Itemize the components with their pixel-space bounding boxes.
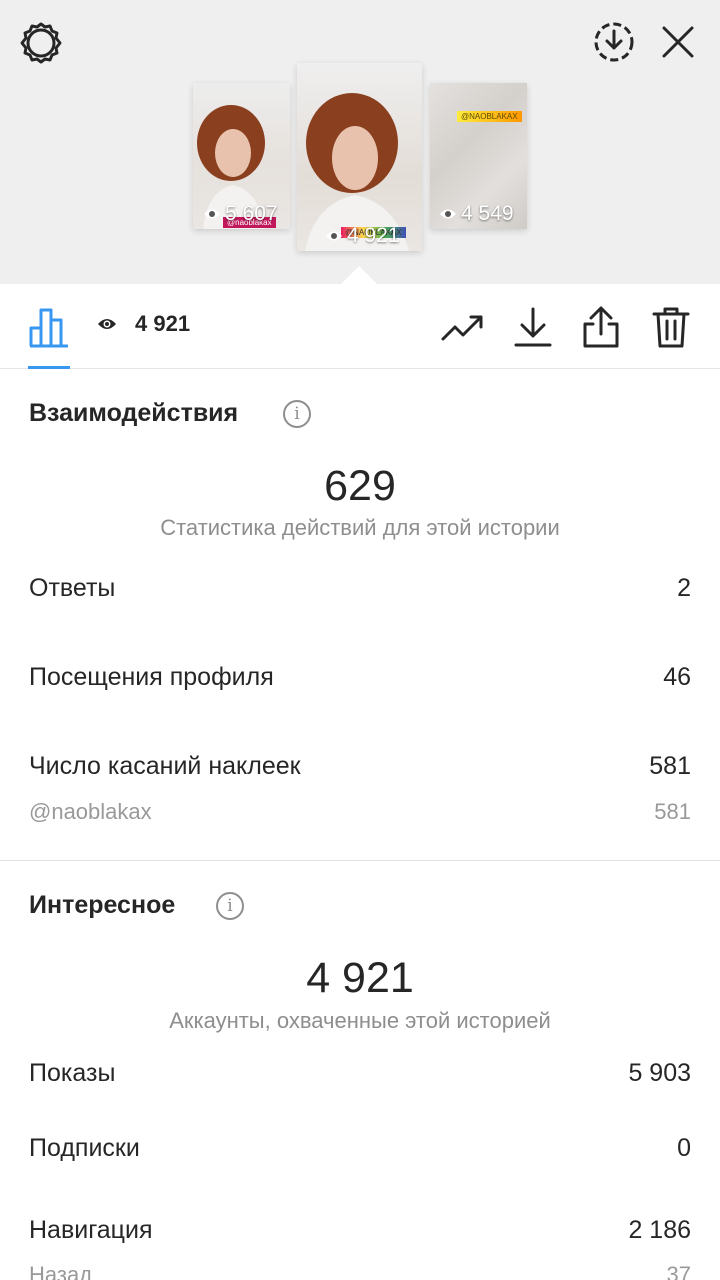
- story-thumbnail-2-selected[interactable]: @NAOBLAKAX 4 921: [297, 63, 422, 251]
- info-icon[interactable]: i: [283, 400, 311, 428]
- sticker-taps-value: 581: [649, 752, 691, 780]
- story-photo: [305, 93, 409, 251]
- thumbnail-views-count: 4 921: [347, 224, 400, 247]
- thumbnail-views: 4 921: [325, 224, 400, 248]
- bar-chart-icon: [29, 308, 68, 348]
- reach-subtitle: Аккаунты, охваченные этой историей: [169, 1008, 551, 1033]
- eye-icon: [98, 319, 116, 329]
- save-story-button[interactable]: [592, 20, 636, 64]
- thumbnail-views: 4 549: [439, 202, 514, 226]
- story-thumbnail-1[interactable]: @naoblakax 5 607: [193, 83, 290, 229]
- sticker-mention-value: 581: [654, 799, 691, 824]
- back-value: 37: [666, 1262, 691, 1280]
- trending-up-icon: [441, 315, 483, 341]
- active-tab-indicator: [28, 366, 70, 369]
- story-thumbnail-3[interactable]: @NAOBLAKAX 4 549: [430, 83, 527, 229]
- promote-button[interactable]: [440, 306, 486, 352]
- follows-value: 0: [677, 1134, 691, 1162]
- eye-icon: [326, 231, 342, 241]
- download-button[interactable]: [510, 304, 556, 350]
- interactions-title: Взаимодействия: [29, 399, 239, 427]
- share-icon: [583, 306, 619, 348]
- profile-visits-label: Посещения профиля: [29, 663, 274, 691]
- info-icon[interactable]: i: [216, 892, 244, 920]
- story-views: 4 921: [97, 311, 190, 337]
- download-icon: [514, 307, 552, 347]
- thumbnail-views-count: 5 607: [225, 202, 278, 225]
- replies-label: Ответы: [29, 574, 116, 602]
- close-icon: [662, 26, 694, 58]
- sticker-taps-label: Число касаний наклеек: [29, 752, 301, 780]
- interactions-total: 629: [324, 462, 396, 510]
- gear-icon: [20, 22, 62, 64]
- profile-visits-value: 46: [663, 663, 691, 691]
- reach-total: 4 921: [306, 954, 414, 1002]
- thumbnail-views: 5 607: [203, 202, 278, 226]
- share-button[interactable]: [578, 304, 624, 350]
- interactions-subtitle: Статистика действий для этой истории: [160, 515, 560, 540]
- follows-label: Подписки: [29, 1134, 140, 1162]
- settings-button[interactable]: [18, 20, 64, 66]
- eye-icon: [204, 209, 220, 219]
- story-views-count: 4 921: [135, 311, 191, 336]
- trash-icon: [652, 307, 690, 348]
- impressions-value: 5 903: [628, 1059, 691, 1087]
- delete-button[interactable]: [648, 304, 694, 350]
- impressions-label: Показы: [29, 1059, 116, 1087]
- replies-value: 2: [677, 574, 691, 602]
- selection-pointer: [340, 266, 378, 285]
- navigation-value: 2 186: [628, 1216, 691, 1244]
- back-label: Назад: [29, 1262, 93, 1280]
- eye-icon: [440, 209, 456, 219]
- thumbnail-views-count: 4 549: [461, 202, 514, 225]
- insights-tab[interactable]: [26, 304, 72, 350]
- close-button[interactable]: [658, 22, 698, 62]
- sticker-mention-label: @naoblakax: [29, 799, 152, 824]
- story-preview-area: @naoblakax 5 607 @NAOBLAKAX 4 921 @NAOBL…: [0, 0, 720, 284]
- download-circle-icon: [594, 22, 634, 62]
- section-divider: [0, 860, 720, 861]
- sticker-tag: @NAOBLAKAX: [457, 111, 522, 122]
- navigation-label: Навигация: [29, 1216, 153, 1244]
- story-toolbar: 4 921: [0, 284, 720, 369]
- discovery-title: Интересное: [29, 891, 176, 919]
